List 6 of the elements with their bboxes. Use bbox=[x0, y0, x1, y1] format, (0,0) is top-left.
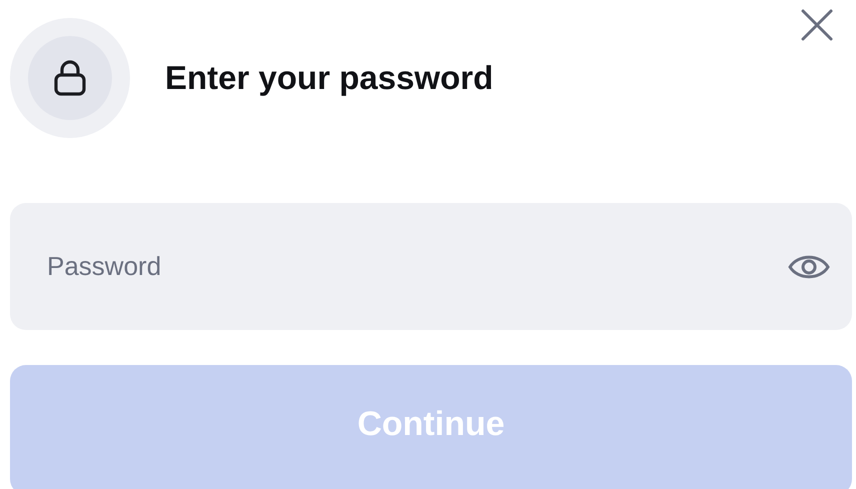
password-field[interactable]: Password bbox=[10, 203, 852, 330]
lock-icon bbox=[53, 59, 87, 97]
close-icon bbox=[800, 8, 834, 42]
dialog-title: Enter your password bbox=[165, 59, 494, 97]
eye-icon[interactable] bbox=[788, 253, 830, 281]
close-button[interactable] bbox=[800, 8, 834, 42]
